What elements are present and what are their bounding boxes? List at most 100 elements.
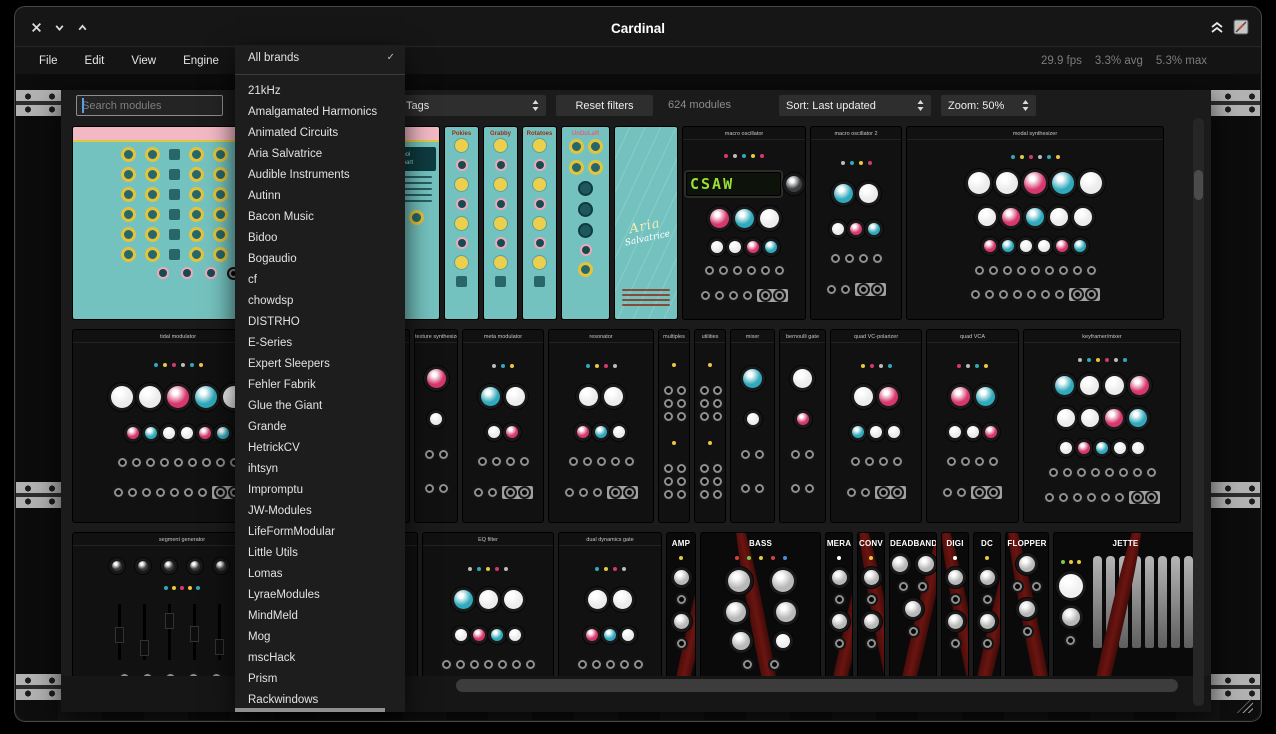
button-icon[interactable] bbox=[169, 169, 180, 180]
menu-view[interactable]: View bbox=[131, 55, 156, 67]
brand-menu-item[interactable]: Lomas bbox=[235, 564, 405, 585]
button-icon[interactable] bbox=[169, 249, 180, 260]
knob-icon[interactable] bbox=[213, 167, 228, 182]
brand-menu-item[interactable]: 21kHz bbox=[235, 81, 405, 102]
knob-icon[interactable] bbox=[121, 247, 136, 262]
knob-icon[interactable] bbox=[494, 139, 507, 152]
brand-menu-item[interactable]: DISTRHO bbox=[235, 312, 405, 333]
knob-icon[interactable] bbox=[145, 187, 160, 202]
knob-icon[interactable] bbox=[588, 160, 603, 175]
slider-handle[interactable] bbox=[215, 639, 224, 655]
brand-menu-item[interactable]: chowdsp bbox=[235, 291, 405, 312]
knob-icon[interactable] bbox=[121, 147, 136, 162]
brand-menu-item[interactable]: Impromptu bbox=[235, 480, 405, 501]
knob-icon[interactable] bbox=[213, 147, 228, 162]
knob-icon[interactable] bbox=[533, 178, 546, 191]
port-icon[interactable] bbox=[580, 244, 592, 256]
brand-menu-item[interactable]: Aria Salvatrice bbox=[235, 144, 405, 165]
menu-edit[interactable]: Edit bbox=[85, 55, 105, 67]
button-icon[interactable] bbox=[169, 209, 180, 220]
brand-menu-item[interactable]: LifeFormModular bbox=[235, 522, 405, 543]
button-icon[interactable] bbox=[169, 229, 180, 240]
port-icon[interactable] bbox=[456, 237, 468, 249]
module-card[interactable]: utilities bbox=[695, 330, 725, 522]
knob-icon[interactable] bbox=[494, 178, 507, 191]
knob-icon[interactable] bbox=[569, 160, 584, 175]
port-icon[interactable] bbox=[456, 198, 468, 210]
slider-icon[interactable] bbox=[143, 604, 146, 660]
brand-menu-item[interactable]: Expert Sleepers bbox=[235, 354, 405, 375]
menu-file[interactable]: File bbox=[39, 55, 58, 67]
knob-icon[interactable] bbox=[213, 227, 228, 242]
port-icon[interactable] bbox=[495, 198, 507, 210]
slider-icon[interactable] bbox=[118, 604, 121, 660]
brand-menu-item[interactable]: Grande bbox=[235, 417, 405, 438]
horizontal-scrollbar-thumb[interactable] bbox=[456, 679, 1178, 692]
brand-menu-item[interactable]: Autinn bbox=[235, 186, 405, 207]
search-input[interactable] bbox=[76, 95, 223, 116]
knob-icon[interactable] bbox=[121, 187, 136, 202]
module-card[interactable]: macro oscillator 2 bbox=[811, 127, 901, 319]
module-card[interactable]: multiples bbox=[659, 330, 689, 522]
chevron-up-icon[interactable] bbox=[77, 22, 88, 33]
module-card[interactable]: mixer bbox=[731, 330, 774, 522]
knob-icon[interactable] bbox=[533, 217, 546, 230]
module-card[interactable]: AriaSalvatrice bbox=[615, 127, 677, 319]
module-card[interactable]: Grabby bbox=[484, 127, 517, 319]
module-card[interactable]: macro oscillatorCSAW bbox=[683, 127, 805, 319]
port-icon[interactable] bbox=[534, 159, 546, 171]
brand-menu-item[interactable]: Glue the Giant bbox=[235, 396, 405, 417]
knob-icon[interactable] bbox=[455, 139, 468, 152]
port-icon[interactable] bbox=[205, 267, 217, 279]
brand-menu-item[interactable]: LyraeModules bbox=[235, 585, 405, 606]
module-card[interactable]: UnDuLaR bbox=[562, 127, 609, 319]
brand-menu-item[interactable]: MindMeld bbox=[235, 606, 405, 627]
knob-icon[interactable] bbox=[121, 167, 136, 182]
knob-icon[interactable] bbox=[145, 147, 160, 162]
brand-menu-item[interactable]: JW-Modules bbox=[235, 501, 405, 522]
double-chevron-up-icon[interactable] bbox=[1210, 21, 1224, 34]
chevron-down-icon[interactable] bbox=[54, 22, 65, 33]
brand-menu-item[interactable]: Bacon Music bbox=[235, 207, 405, 228]
knob-icon[interactable] bbox=[189, 147, 204, 162]
brand-menu-item[interactable]: Bidoo bbox=[235, 228, 405, 249]
slider-icon[interactable] bbox=[193, 604, 196, 660]
knob-icon[interactable] bbox=[145, 227, 160, 242]
brand-menu-item[interactable]: Little Utils bbox=[235, 543, 405, 564]
port-icon[interactable] bbox=[456, 159, 468, 171]
module-card[interactable]: Pokies bbox=[445, 127, 478, 319]
knob-icon[interactable] bbox=[409, 210, 424, 225]
knob-icon[interactable] bbox=[494, 256, 507, 269]
module-card[interactable]: resonator bbox=[549, 330, 653, 522]
brand-menu-item[interactable]: mscHack bbox=[235, 648, 405, 669]
sort-select[interactable]: Sort: Last updated bbox=[779, 95, 931, 116]
knob-icon[interactable] bbox=[213, 247, 228, 262]
module-card[interactable]: modal synthesizer bbox=[907, 127, 1163, 319]
button-icon[interactable] bbox=[456, 276, 467, 287]
vertical-scrollbar-track[interactable] bbox=[1193, 118, 1204, 706]
slider-handle[interactable] bbox=[115, 627, 124, 643]
knob-icon[interactable] bbox=[455, 256, 468, 269]
port-icon[interactable] bbox=[534, 198, 546, 210]
knob-icon[interactable] bbox=[578, 223, 593, 238]
knob-icon[interactable] bbox=[121, 227, 136, 242]
slider-icon[interactable] bbox=[218, 604, 221, 660]
knob-icon[interactable] bbox=[494, 217, 507, 230]
screenshot-icon[interactable] bbox=[1233, 19, 1249, 35]
module-card[interactable]: quad VCA bbox=[927, 330, 1018, 522]
module-card[interactable]: texture synthesizer bbox=[415, 330, 457, 522]
knob-icon[interactable] bbox=[533, 139, 546, 152]
brand-menu-item[interactable]: HetrickCV bbox=[235, 438, 405, 459]
vertical-scrollbar-thumb[interactable] bbox=[1194, 170, 1203, 200]
knob-icon[interactable] bbox=[145, 247, 160, 262]
button-icon[interactable] bbox=[534, 276, 545, 287]
brand-menu-item-all[interactable]: All brands ✓ bbox=[235, 45, 405, 70]
horizontal-scrollbar-track[interactable] bbox=[61, 676, 1211, 712]
knob-icon[interactable] bbox=[145, 207, 160, 222]
menu-engine[interactable]: Engine bbox=[183, 55, 219, 67]
button-icon[interactable] bbox=[169, 149, 180, 160]
brand-menu-item[interactable]: Audible Instruments bbox=[235, 165, 405, 186]
knob-icon[interactable] bbox=[121, 207, 136, 222]
module-card[interactable]: bernoulli gate bbox=[780, 330, 825, 522]
brand-menu-item[interactable]: Fehler Fabrik bbox=[235, 375, 405, 396]
